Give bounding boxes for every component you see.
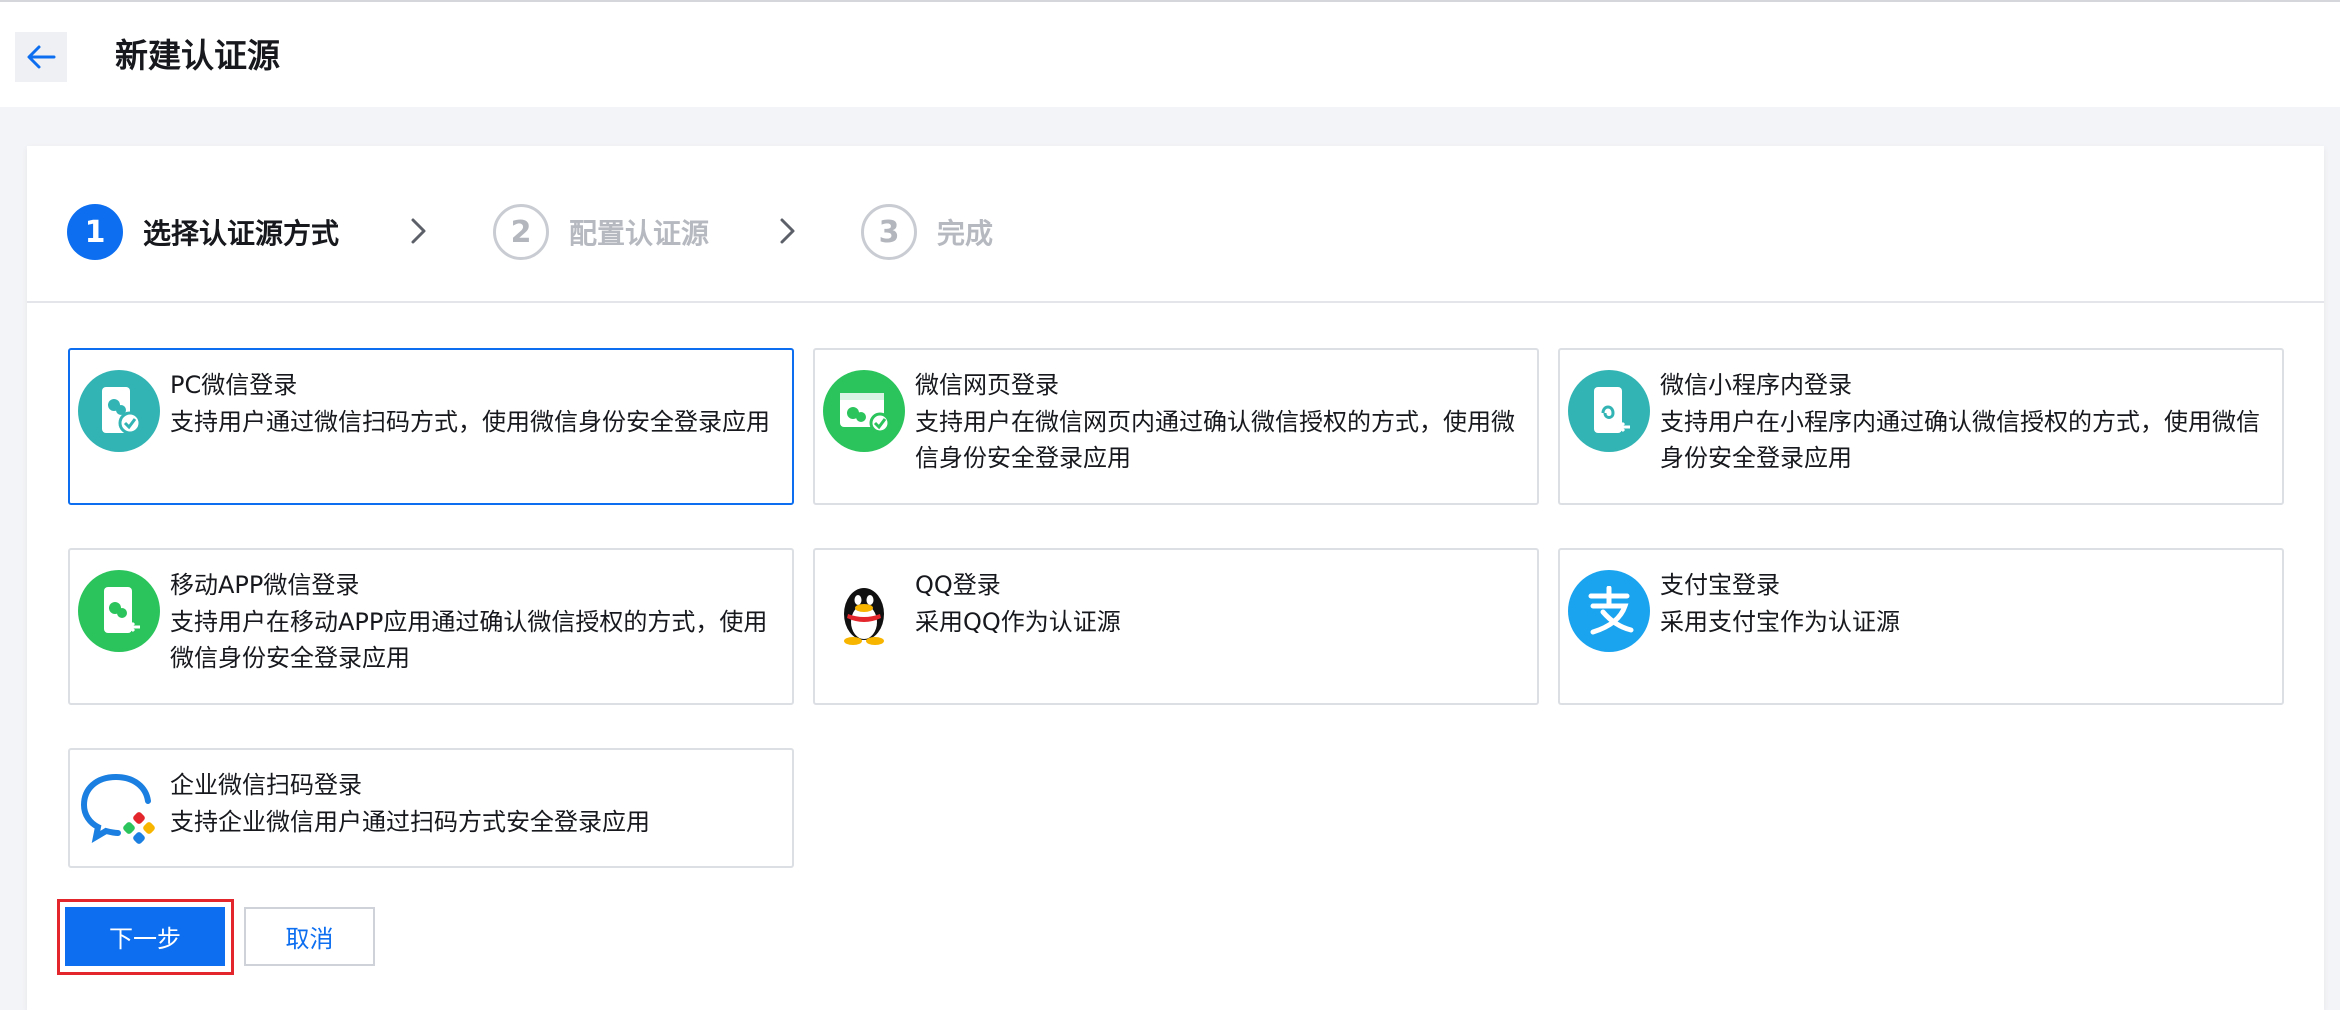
back-button[interactable] [15, 32, 67, 82]
arrow-left-icon [27, 45, 56, 69]
option-title: 微信小程序内登录 [1660, 371, 1852, 399]
qq-penguin-icon [823, 570, 905, 652]
alipay-icon [1568, 570, 1650, 652]
step-2-number: 2 [493, 204, 549, 260]
pc-wechat-icon [78, 370, 160, 452]
page-title: 新建认证源 [115, 36, 280, 75]
step-3: 3 完成 [861, 204, 993, 260]
option-title: QQ登录 [915, 571, 1001, 599]
option-desc: 采用支付宝作为认证源 [1660, 608, 1900, 636]
option-qq[interactable]: QQ登录 采用QQ作为认证源 [813, 548, 1539, 705]
option-title: 支付宝登录 [1660, 571, 1780, 599]
option-mobile-app-wechat[interactable]: 移动APP微信登录 支持用户在移动APP应用通过确认微信授权的方式，使用微信身份… [68, 548, 794, 705]
option-desc: 支持用户在微信网页内通过确认微信授权的方式，使用微信身份安全登录应用 [915, 408, 1515, 472]
chevron-right-icon [411, 218, 426, 244]
stepper: 1 选择认证源方式 2 配置认证源 3 完成 [27, 146, 2324, 303]
next-button[interactable]: 下一步 [65, 907, 225, 966]
option-desc: 支持用户在移动APP应用通过确认微信授权的方式，使用微信身份安全登录应用 [170, 608, 768, 672]
wechat-miniprogram-icon [1568, 370, 1650, 452]
option-desc: 支持用户在小程序内通过确认微信授权的方式，使用微信身份安全登录应用 [1660, 408, 2260, 472]
option-pc-wechat[interactable]: PC微信登录 支持用户通过微信扫码方式，使用微信身份安全登录应用 [68, 348, 794, 505]
option-wechat-miniprogram[interactable]: 微信小程序内登录 支持用户在小程序内通过确认微信授权的方式，使用微信身份安全登录… [1558, 348, 2284, 505]
main-card: 1 选择认证源方式 2 配置认证源 3 完成 PC微信登录 支持用户通过微信扫码… [27, 146, 2324, 1010]
step-2-label: 配置认证源 [569, 217, 710, 250]
step-2: 2 配置认证源 [493, 204, 709, 260]
step-3-number: 3 [861, 204, 917, 260]
option-title: 企业微信扫码登录 [170, 771, 362, 799]
option-desc: 支持用户通过微信扫码方式，使用微信身份安全登录应用 [170, 408, 770, 436]
step-1: 1 选择认证源方式 [67, 204, 339, 260]
option-desc: 支持企业微信用户通过扫码方式安全登录应用 [170, 808, 650, 836]
step-3-label: 完成 [937, 217, 994, 250]
option-alipay[interactable]: 支付宝登录 采用支付宝作为认证源 [1558, 548, 2284, 705]
step-1-number: 1 [67, 204, 123, 260]
top-bar: 新建认证源 [0, 0, 2340, 107]
option-title: PC微信登录 [170, 371, 298, 399]
cancel-button[interactable]: 取消 [244, 907, 375, 966]
option-wecom[interactable]: 企业微信扫码登录 支持企业微信用户通过扫码方式安全登录应用 [68, 748, 794, 868]
option-desc: 采用QQ作为认证源 [915, 608, 1121, 636]
wechat-web-icon [823, 370, 905, 452]
option-title: 移动APP微信登录 [170, 571, 360, 599]
chevron-right-icon [780, 218, 795, 244]
step-1-label: 选择认证源方式 [143, 217, 340, 250]
mobile-app-wechat-icon [78, 570, 160, 652]
wecom-icon [78, 768, 160, 850]
option-wechat-web[interactable]: 微信网页登录 支持用户在微信网页内通过确认微信授权的方式，使用微信身份安全登录应… [813, 348, 1539, 505]
option-title: 微信网页登录 [915, 371, 1059, 399]
